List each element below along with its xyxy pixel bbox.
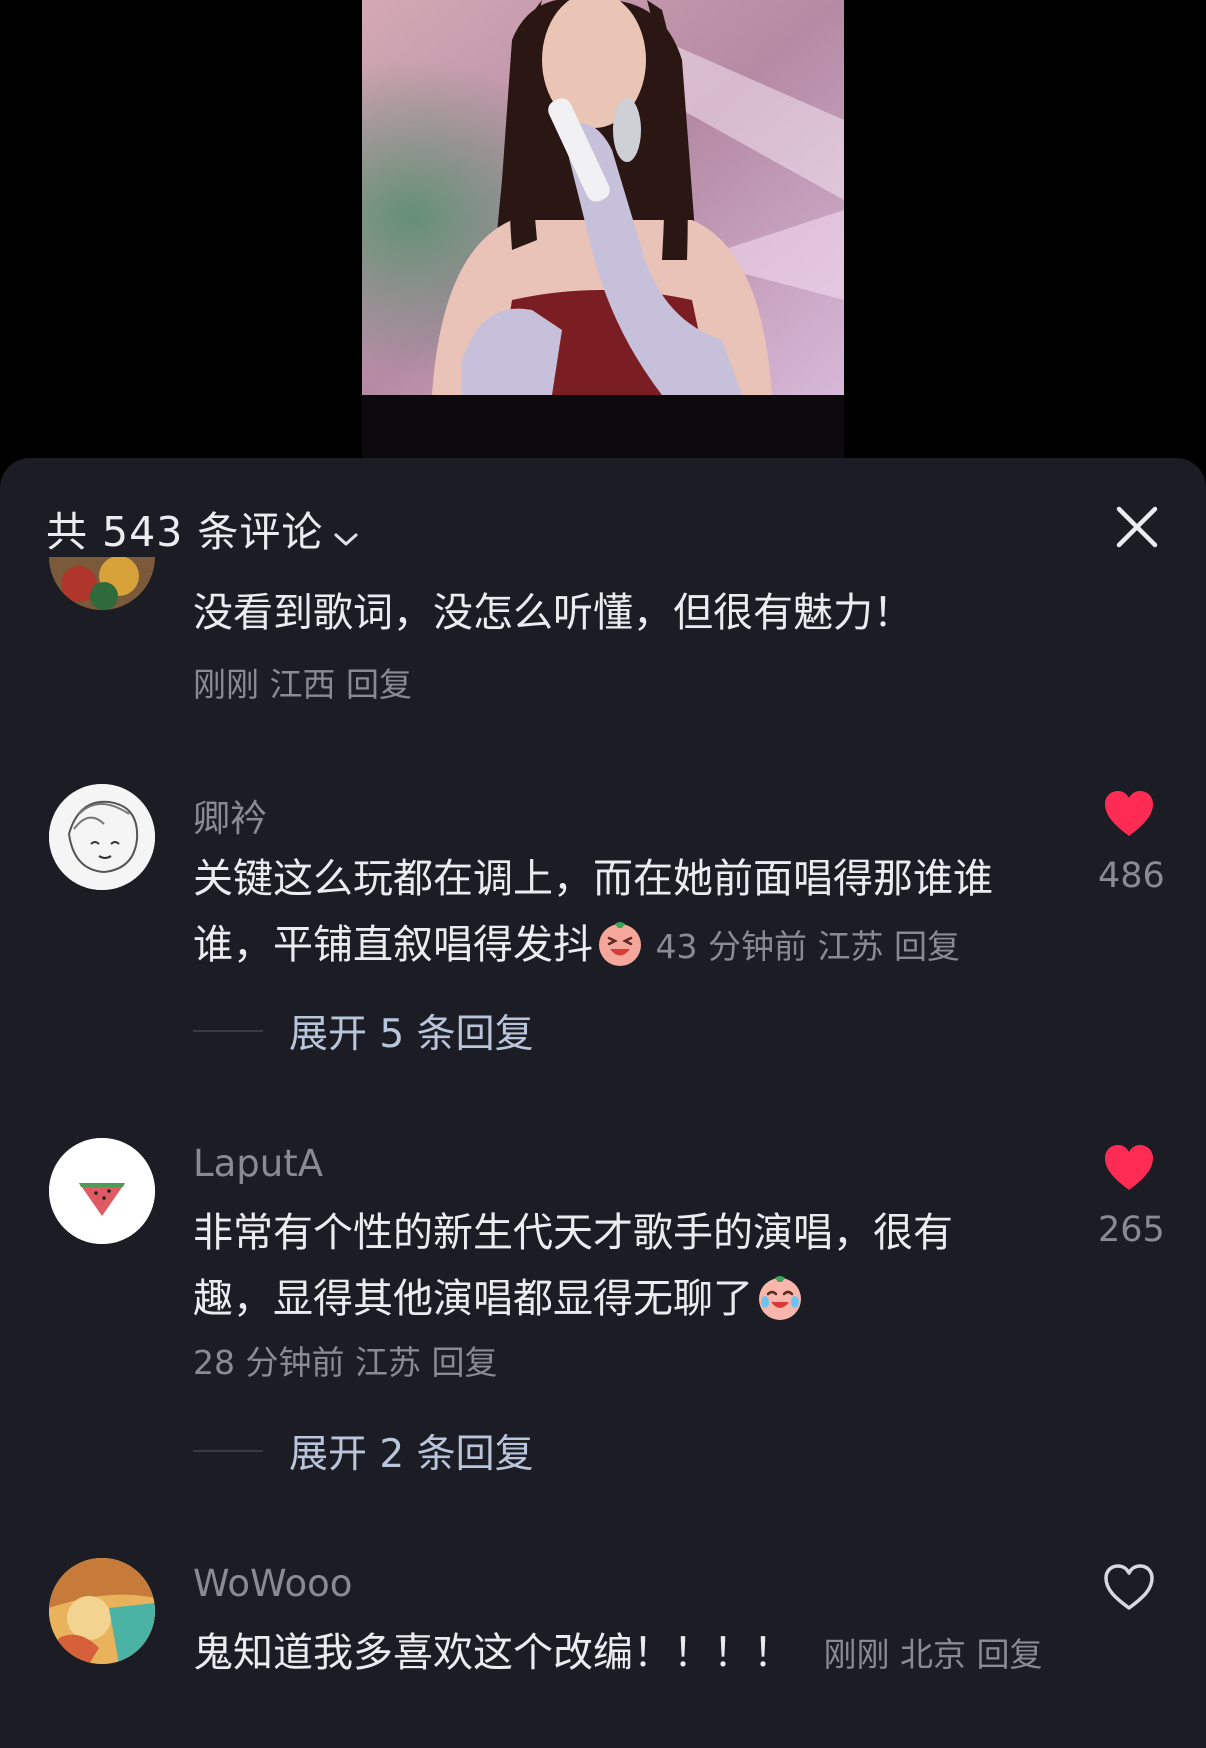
expand-replies-button[interactable]: 展开 2 条回复 xyxy=(193,1423,534,1477)
avatar[interactable] xyxy=(49,1558,155,1664)
comment-text-block: 关键这么玩都在调上，而在她前面唱得那谁谁谁，平铺直叙唱得发抖 43 分钟前 江苏… xyxy=(193,846,1053,980)
like-control xyxy=(1098,1564,1160,1612)
like-control: 265 xyxy=(1098,1144,1165,1250)
comment-text: 鬼知道我多喜欢这个改编！！！！ xyxy=(193,1630,793,1676)
like-count: 265 xyxy=(1098,1210,1165,1250)
expand-replies-button[interactable]: 展开 5 条回复 xyxy=(193,1003,534,1057)
avatar[interactable] xyxy=(49,784,155,890)
heart-filled-icon[interactable] xyxy=(1103,790,1155,838)
comment-meta: 28 分钟前 江苏 回复 xyxy=(193,1336,497,1384)
like-control: 486 xyxy=(1098,790,1165,896)
comment-time: 刚刚 xyxy=(823,1635,890,1674)
comment-sheet-header: 共 543 条评论 xyxy=(0,458,1206,568)
chevron-down-icon xyxy=(333,511,359,559)
singer-image xyxy=(362,0,844,395)
comment-location: 江苏 xyxy=(354,1343,421,1382)
expand-replies-label: 展开 2 条回复 xyxy=(289,1432,534,1477)
heart-filled-icon[interactable] xyxy=(1103,1144,1155,1192)
reply-button[interactable]: 回复 xyxy=(894,927,960,966)
laughing-emoji-icon xyxy=(595,918,645,968)
comment-text-block: 非常有个性的新生代天才歌手的演唱，很有趣，显得其他演唱都显得无聊了 xyxy=(193,1200,1023,1332)
comment-meta: 刚刚 江西 回复 xyxy=(193,658,412,706)
reply-button[interactable]: 回复 xyxy=(346,665,412,704)
comment-location: 北京 xyxy=(900,1635,966,1674)
reply-button[interactable]: 回复 xyxy=(977,1635,1043,1674)
reply-button[interactable]: 回复 xyxy=(431,1343,497,1382)
comment-meta: 43 分钟前 江苏 回复 xyxy=(645,927,960,966)
close-icon xyxy=(1116,506,1158,548)
comment-time: 28 分钟前 xyxy=(193,1343,345,1382)
heart-outline-icon[interactable] xyxy=(1103,1564,1155,1612)
expand-replies-label: 展开 5 条回复 xyxy=(289,1012,534,1057)
comment-username[interactable]: 卿衿 xyxy=(193,788,267,842)
crying-laughing-emoji-icon xyxy=(755,1272,805,1322)
avatar[interactable] xyxy=(49,1138,155,1244)
comment-time: 刚刚 xyxy=(193,665,259,704)
comment-username[interactable]: WoWooo xyxy=(193,1562,352,1605)
expand-divider xyxy=(193,1450,263,1452)
comment-time: 43 分钟前 xyxy=(655,927,807,966)
expand-divider xyxy=(193,1030,263,1032)
comment-location: 江苏 xyxy=(817,927,884,966)
comment-meta: 刚刚 北京 回复 xyxy=(813,1635,1043,1674)
like-count: 486 xyxy=(1098,856,1165,896)
comment-sheet: 共 543 条评论 没看到歌词，没怎么听懂，但很有魅力！ 刚刚 江西 回复 卿衿… xyxy=(0,458,1206,1748)
video-player[interactable] xyxy=(0,0,1206,470)
comment-location: 江西 xyxy=(269,665,336,704)
close-button[interactable] xyxy=(1112,502,1162,552)
comment-text: 没看到歌词，没怎么听懂，但很有魅力！ xyxy=(193,590,913,636)
comment-count-label: 共 543 条评论 xyxy=(46,508,324,556)
comment-username[interactable]: LaputA xyxy=(193,1142,323,1185)
comment-text-block: 鬼知道我多喜欢这个改编！！！！ 刚刚 北京 回复 xyxy=(193,1620,1053,1688)
video-frame xyxy=(362,0,844,395)
comment-text: 非常有个性的新生代天才歌手的演唱，很有趣，显得其他演唱都显得无聊了 xyxy=(193,1210,953,1322)
comment-count-dropdown[interactable]: 共 543 条评论 xyxy=(46,498,359,559)
